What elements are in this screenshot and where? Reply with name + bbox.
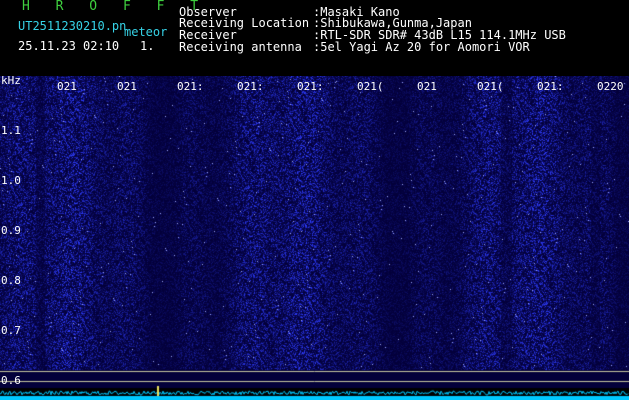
header-panel: H R O F F T UT2511230210.pn meteor 25.11… [0, 0, 629, 76]
index-label: 1. [140, 39, 155, 53]
x-tick-label: 021: [537, 80, 564, 93]
y-tick-label: 1.0 [1, 174, 21, 187]
y-tick-label: 0.8 [1, 274, 21, 287]
spectrogram-canvas [0, 76, 629, 400]
y-tick-label: 0.9 [1, 224, 21, 237]
x-tick-label: 021( [477, 80, 504, 93]
y-tick-label: 0.7 [1, 324, 21, 337]
y-tick-label: 1.1 [1, 124, 21, 137]
x-tick-label: 021 [417, 80, 437, 93]
x-tick-label: 021 [117, 80, 137, 93]
y-tick-label: 0.6 [1, 374, 21, 387]
x-tick-label: 0220 [597, 80, 624, 93]
datetime-label: 25.11.23 02:10 [18, 39, 120, 53]
filename-label: UT2511230210.pn [18, 19, 127, 33]
x-tick-label: 021( [357, 80, 384, 93]
x-tick-label: 021: [237, 80, 264, 93]
mode-label: meteor [124, 25, 168, 39]
x-tick-label: 021 [57, 80, 77, 93]
antenna-label: Receiving antenna [179, 40, 302, 54]
y-unit-label: kHz [1, 74, 21, 87]
x-tick-label: 021: [177, 80, 204, 93]
x-tick-label: 021: [297, 80, 324, 93]
antenna-value: :5el Yagi Az 20 for Aomori VOR [313, 40, 530, 54]
